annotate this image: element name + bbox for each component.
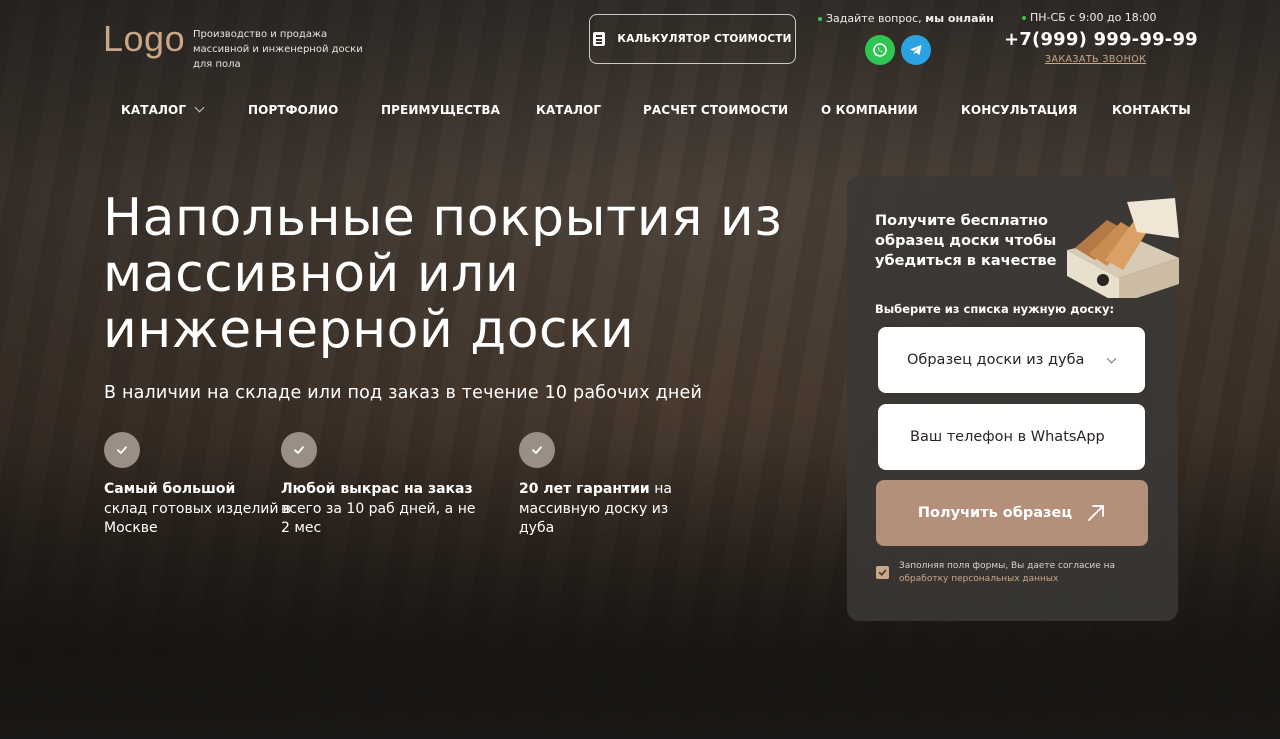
nav-item-portfolio[interactable]: ПОРТФОЛИО [248,103,338,117]
feature-bold: Самый большой [104,481,236,497]
calculator-button-label: КАЛЬКУЛЯТОР СТОИМОСТИ [617,33,792,45]
check-icon [281,432,317,468]
form-label: Выберите из списка нужную доску: [875,302,1115,316]
feature-bold: 20 лет гарантии [519,481,650,497]
sample-box-image [1067,198,1179,298]
telegram-button[interactable] [901,35,931,65]
logo[interactable]: Logo [103,18,185,60]
calculator-icon [593,32,606,46]
feature-desc: склад готовых изделий в Москве [104,500,292,537]
nav-item-catalog[interactable]: КАТАЛОГ [121,102,205,117]
ask-question: Задайте вопрос, мы онлайн [818,12,994,25]
header: Logo Производство и продажа массивной и … [0,0,1280,80]
feature-item: Самый большой склад готовых изделий в Мо… [104,432,304,539]
callback-link[interactable]: ЗАКАЗАТЬ ЗВОНОК [1045,54,1146,65]
get-sample-button[interactable]: Получить образец [876,480,1148,546]
hero-subtitle: В наличии на складе или под заказ в тече… [104,383,703,403]
nav-item-label: КАТАЛОГ [121,103,187,117]
check-icon [519,432,555,468]
nav-item-advantages[interactable]: ПРЕИМУЩЕСТВА [381,103,500,117]
consent-checkbox[interactable] [876,566,889,579]
working-hours: ПН-СБ с 9:00 до 18:00 [1022,11,1157,24]
online-dot-icon [818,17,822,21]
board-select[interactable]: Образец доски из дуба [878,327,1145,393]
nav-item-contacts[interactable]: КОНТАКТЫ [1112,103,1191,117]
nav-item-consultation[interactable]: КОНСУЛЬТАЦИЯ [961,103,1077,117]
feature-item: 20 лет гарантии на массивную доску из ду… [519,432,689,539]
privacy-link[interactable]: обработку персональных данных [899,574,1058,584]
hero-title: Напольные покрытия из массивной или инже… [103,188,783,360]
main-nav: КАТАЛОГ ПОРТФОЛИО ПРЕИМУЩЕСТВА КАТАЛОГ Р… [0,102,1280,121]
consent-text: Заполняя поля формы, Вы даете согласие н… [899,560,1159,586]
feature-text: Самый большой склад готовых изделий в Мо… [104,480,304,539]
sample-form: Получите бесплатно образец доски чтобы у… [847,176,1179,621]
check-icon [104,432,140,468]
nav-item-about[interactable]: О КОМПАНИИ [821,103,918,117]
telegram-icon [910,45,922,55]
feature-item: Любой выкрас на заказ всего за 10 раб дн… [281,432,481,539]
feature-bold: Любой выкрас на заказ [281,481,473,497]
chevron-down-icon [1106,353,1117,364]
feature-text: 20 лет гарантии на массивную доску из ду… [519,480,689,539]
feature-text: Любой выкрас на заказ всего за 10 раб дн… [281,480,481,539]
phone-number[interactable]: +7(999) 999-99-99 [1004,29,1198,50]
get-sample-button-label: Получить образец [917,505,1073,521]
hours-text: ПН-СБ с 9:00 до 18:00 [1030,11,1157,24]
feature-desc: всего за 10 раб дней, а не 2 мес [281,500,476,537]
calculator-button[interactable]: КАЛЬКУЛЯТОР СТОИМОСТИ [589,14,796,64]
whatsapp-button[interactable] [865,35,895,65]
whatsapp-icon [873,43,887,57]
arrow-up-right-icon [1088,505,1104,521]
ask-prefix: Задайте вопрос, [826,12,922,25]
tagline: Производство и продажа массивной и инжен… [193,29,363,70]
whatsapp-phone-input[interactable] [878,404,1145,470]
nav-item-catalog-2[interactable]: КАТАЛОГ [536,103,601,117]
board-select-value: Образец доски из дуба [907,352,1085,368]
check-icon [878,569,887,576]
consent-prefix: Заполняя поля формы, Вы даете согласие н… [899,561,1116,571]
online-dot-icon [1022,16,1026,20]
form-title: Получите бесплатно образец доски чтобы у… [875,213,1057,269]
nav-item-pricing[interactable]: РАСЧЕТ СТОИМОСТИ [643,103,788,117]
ask-online: мы онлайн [925,12,994,25]
chevron-down-icon [194,102,205,113]
